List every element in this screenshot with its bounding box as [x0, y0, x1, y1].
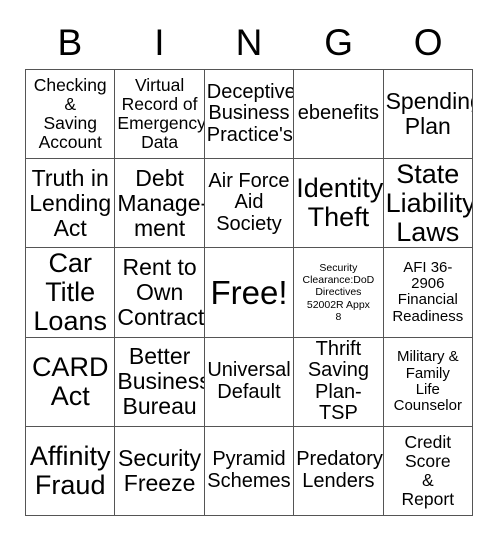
- bingo-grid: Checking & Saving Account Virtual Record…: [25, 69, 473, 516]
- bingo-free-space-label: Free!: [210, 273, 288, 311]
- bingo-cell[interactable]: State Liability Laws: [383, 159, 473, 249]
- bingo-header-row: B I N G O: [25, 16, 473, 68]
- bingo-cell[interactable]: Spending Plan: [383, 70, 473, 160]
- bingo-cell-label: Debt Manage- ment: [117, 165, 205, 241]
- bingo-cell-label: State Liability Laws: [385, 159, 473, 247]
- bingo-cell-label: Security Clearance:DoD Directives 52002R…: [302, 261, 375, 324]
- bingo-cell-label: ebenefits: [297, 102, 379, 125]
- bingo-cell-label: Car Title Loans: [33, 248, 107, 337]
- bingo-cell[interactable]: Credit Score & Report: [383, 426, 473, 516]
- bingo-cell[interactable]: Predatory Lenders: [294, 426, 384, 516]
- bingo-header-letter-g: G: [324, 21, 353, 63]
- bingo-cell-label: Pyramid Schemes: [207, 448, 291, 492]
- bingo-cell[interactable]: Checking & Saving Account: [26, 70, 116, 160]
- bingo-cell-label: Air Force Aid Society: [208, 169, 290, 236]
- bingo-cell-label: Military & Family Life Counselor: [393, 348, 462, 414]
- bingo-cell-label: AFI 36- 2906 Financial Readiness: [392, 259, 464, 325]
- bingo-cell-label: Deceptive Business Practice's: [206, 80, 295, 146]
- bingo-cell[interactable]: Better Business Bureau: [115, 337, 205, 427]
- bingo-cell[interactable]: Pyramid Schemes: [204, 426, 295, 516]
- bingo-cell-label: Truth in Lending Act: [29, 165, 112, 241]
- bingo-cell[interactable]: AFI 36- 2906 Financial Readiness: [383, 248, 473, 338]
- bingo-cell[interactable]: Universal Default: [204, 337, 295, 427]
- bingo-cell-label: Identity Theft: [296, 173, 384, 233]
- bingo-cell-label: Credit Score & Report: [401, 432, 455, 509]
- bingo-cell[interactable]: Truth in Lending Act: [26, 159, 116, 249]
- bingo-cell-label: Checking & Saving Account: [33, 75, 107, 152]
- bingo-cell[interactable]: Military & Family Life Counselor: [383, 337, 473, 427]
- bingo-cell[interactable]: Identity Theft: [294, 159, 384, 249]
- bingo-cell[interactable]: ebenefits: [294, 70, 384, 160]
- bingo-card: B I N G O Checking & Saving Account Virt…: [0, 0, 500, 544]
- bingo-header-letter-n: N: [235, 21, 263, 63]
- bingo-free-space[interactable]: Free!: [204, 248, 295, 338]
- bingo-cell-label: Predatory Lenders: [296, 448, 383, 492]
- bingo-cell[interactable]: Thrift Saving Plan-TSP: [294, 337, 384, 427]
- bingo-cell-label: Better Business Bureau: [117, 343, 205, 420]
- bingo-cell-label: Spending Plan: [385, 88, 472, 140]
- bingo-cell[interactable]: Deceptive Business Practice's: [204, 70, 295, 160]
- bingo-cell-label: Affinity Fraud: [29, 440, 111, 500]
- bingo-cell-label: Thrift Saving Plan-TSP: [307, 337, 369, 425]
- bingo-cell[interactable]: Debt Manage- ment: [115, 159, 205, 249]
- bingo-cell-label: Virtual Record of Emergency Data: [117, 75, 205, 152]
- bingo-cell[interactable]: Affinity Fraud: [26, 426, 116, 516]
- bingo-cell[interactable]: Car Title Loans: [26, 248, 116, 338]
- bingo-cell[interactable]: Security Freeze: [115, 426, 205, 516]
- bingo-cell-label: Rent to Own Contract: [117, 254, 205, 330]
- bingo-cell-label: Universal Default: [207, 359, 291, 403]
- bingo-cell[interactable]: Virtual Record of Emergency Data: [115, 70, 205, 160]
- bingo-header-letter-o: O: [413, 21, 443, 63]
- bingo-header-letter-b: B: [57, 21, 83, 63]
- bingo-cell[interactable]: Air Force Aid Society: [204, 159, 295, 249]
- bingo-cell[interactable]: Security Clearance:DoD Directives 52002R…: [294, 248, 384, 338]
- bingo-cell-label: Security Freeze: [118, 445, 202, 496]
- bingo-cell-label: CARD Act: [31, 351, 109, 411]
- bingo-cell[interactable]: Rent to Own Contract: [115, 248, 205, 338]
- bingo-header-letter-i: I: [154, 21, 165, 63]
- bingo-cell[interactable]: CARD Act: [26, 337, 116, 427]
